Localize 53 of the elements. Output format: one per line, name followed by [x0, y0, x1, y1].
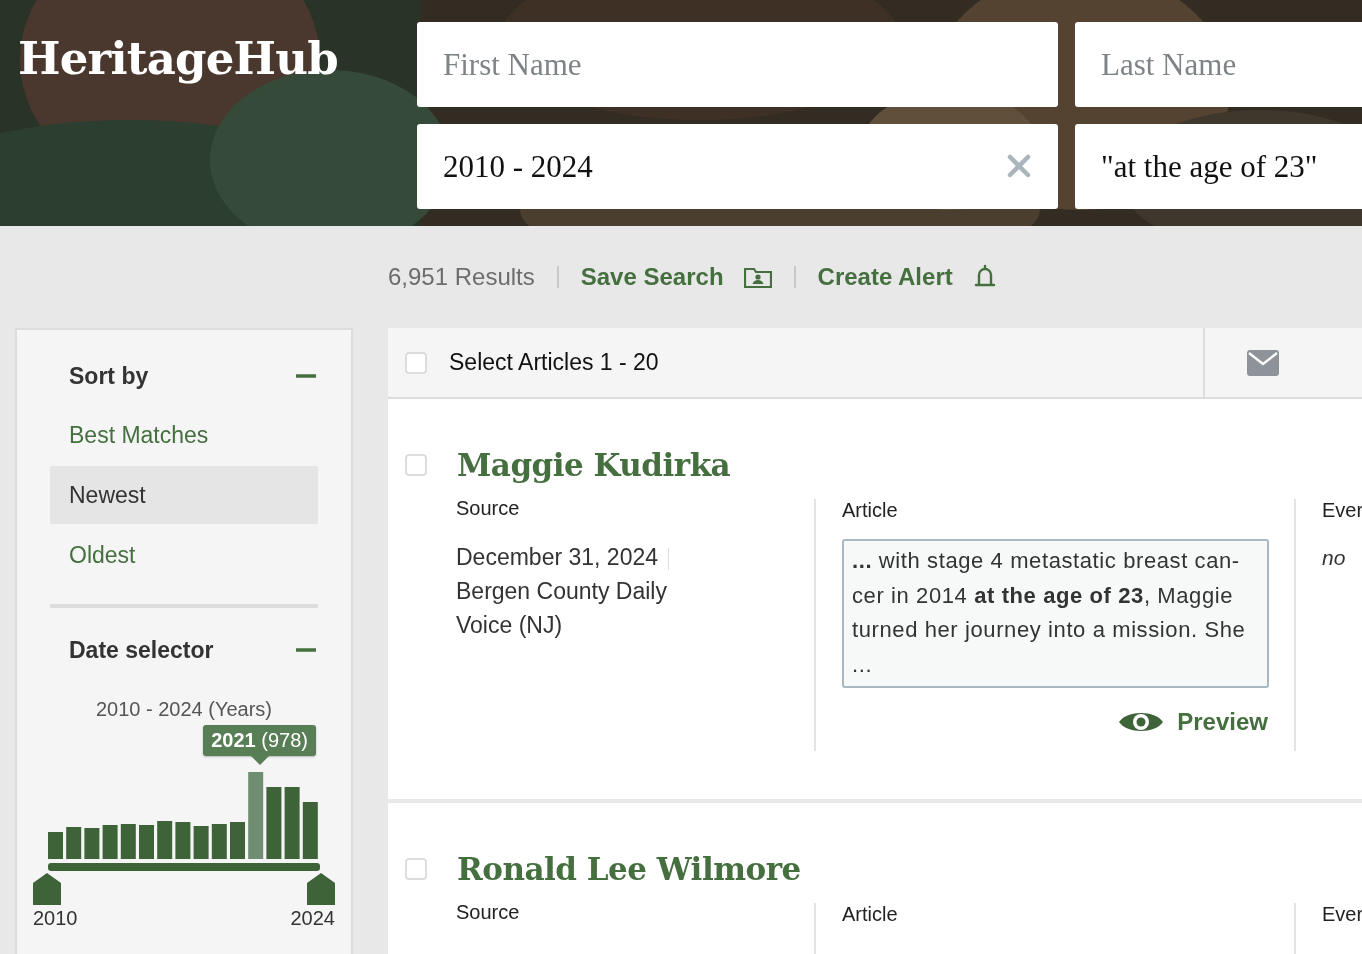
histogram-bar	[230, 822, 245, 859]
result-title-link[interactable]: Maggie Kudirka	[457, 447, 731, 483]
save-search-link[interactable]: Save Search	[580, 263, 724, 291]
histogram-bar	[139, 825, 154, 859]
range-handle[interactable]	[307, 873, 335, 905]
sort-option[interactable]: Oldest	[50, 526, 318, 584]
results-count: 6,951 Results	[388, 263, 535, 291]
range-label: 2010 - 2024 (Years)	[94, 698, 273, 721]
column-label: Source	[456, 901, 521, 924]
column-value: no	[1322, 546, 1347, 570]
sort-option[interactable]: Best Matches	[50, 406, 318, 464]
histogram-bar	[48, 832, 63, 859]
range-handle[interactable]	[33, 873, 61, 905]
column-label: Ever	[1322, 499, 1362, 522]
folder-icon[interactable]	[743, 266, 772, 288]
histogram-bar	[193, 826, 209, 859]
histogram-bar	[211, 824, 227, 859]
search-field[interactable]: "at the age of 23"	[1075, 124, 1362, 209]
select-all-label: Select Articles 1 - 20	[449, 349, 659, 376]
column-label: Source	[456, 497, 521, 520]
search-field[interactable]: Last Name	[1075, 22, 1362, 107]
source-publication: Bergen County Daily Voice (NJ)	[456, 577, 668, 640]
preview-link[interactable]: Preview	[1119, 708, 1268, 736]
histogram-bar	[102, 825, 118, 859]
checkbox[interactable]	[405, 858, 427, 880]
checkbox[interactable]	[405, 454, 427, 476]
search-field[interactable]: First Name	[417, 22, 1058, 107]
column-label: Article	[842, 903, 899, 926]
range-start-label: 2010	[33, 907, 78, 930]
column-label: Article	[842, 499, 899, 522]
histogram-bar	[266, 787, 282, 859]
search-field[interactable]: 2010 - 2024	[417, 124, 1058, 209]
create-alert-link[interactable]: Create Alert	[817, 263, 953, 291]
site-logo[interactable]: HeritageHub	[18, 22, 417, 96]
result-title-link[interactable]: Ronald Lee Wilmore	[457, 851, 801, 887]
article-snippet: ... with stage 4 metastatic breast can-cer in 2014 at the age of 23, Maggie turned her journey into a mission. She ...	[842, 539, 1269, 688]
sort-option[interactable]: Newest	[50, 466, 318, 524]
histogram-bar	[84, 828, 100, 859]
tooltip-pointer-icon	[250, 756, 269, 765]
histogram-bar	[302, 802, 318, 859]
range-track[interactable]	[48, 863, 320, 871]
section-title: Sort by	[69, 362, 149, 390]
range-end-label: 2024	[290, 907, 335, 930]
source-date: December 31, 2024	[456, 544, 658, 570]
histogram-bar	[66, 827, 82, 859]
histogram-bar	[120, 824, 136, 859]
histogram-bar	[284, 787, 300, 859]
section-title: Date selector	[69, 636, 214, 664]
email-icon[interactable]	[1246, 349, 1279, 376]
checkbox[interactable]	[405, 351, 427, 374]
histogram-bar	[175, 822, 191, 859]
histogram-bar	[157, 821, 173, 859]
column-label: Ever	[1322, 903, 1362, 926]
